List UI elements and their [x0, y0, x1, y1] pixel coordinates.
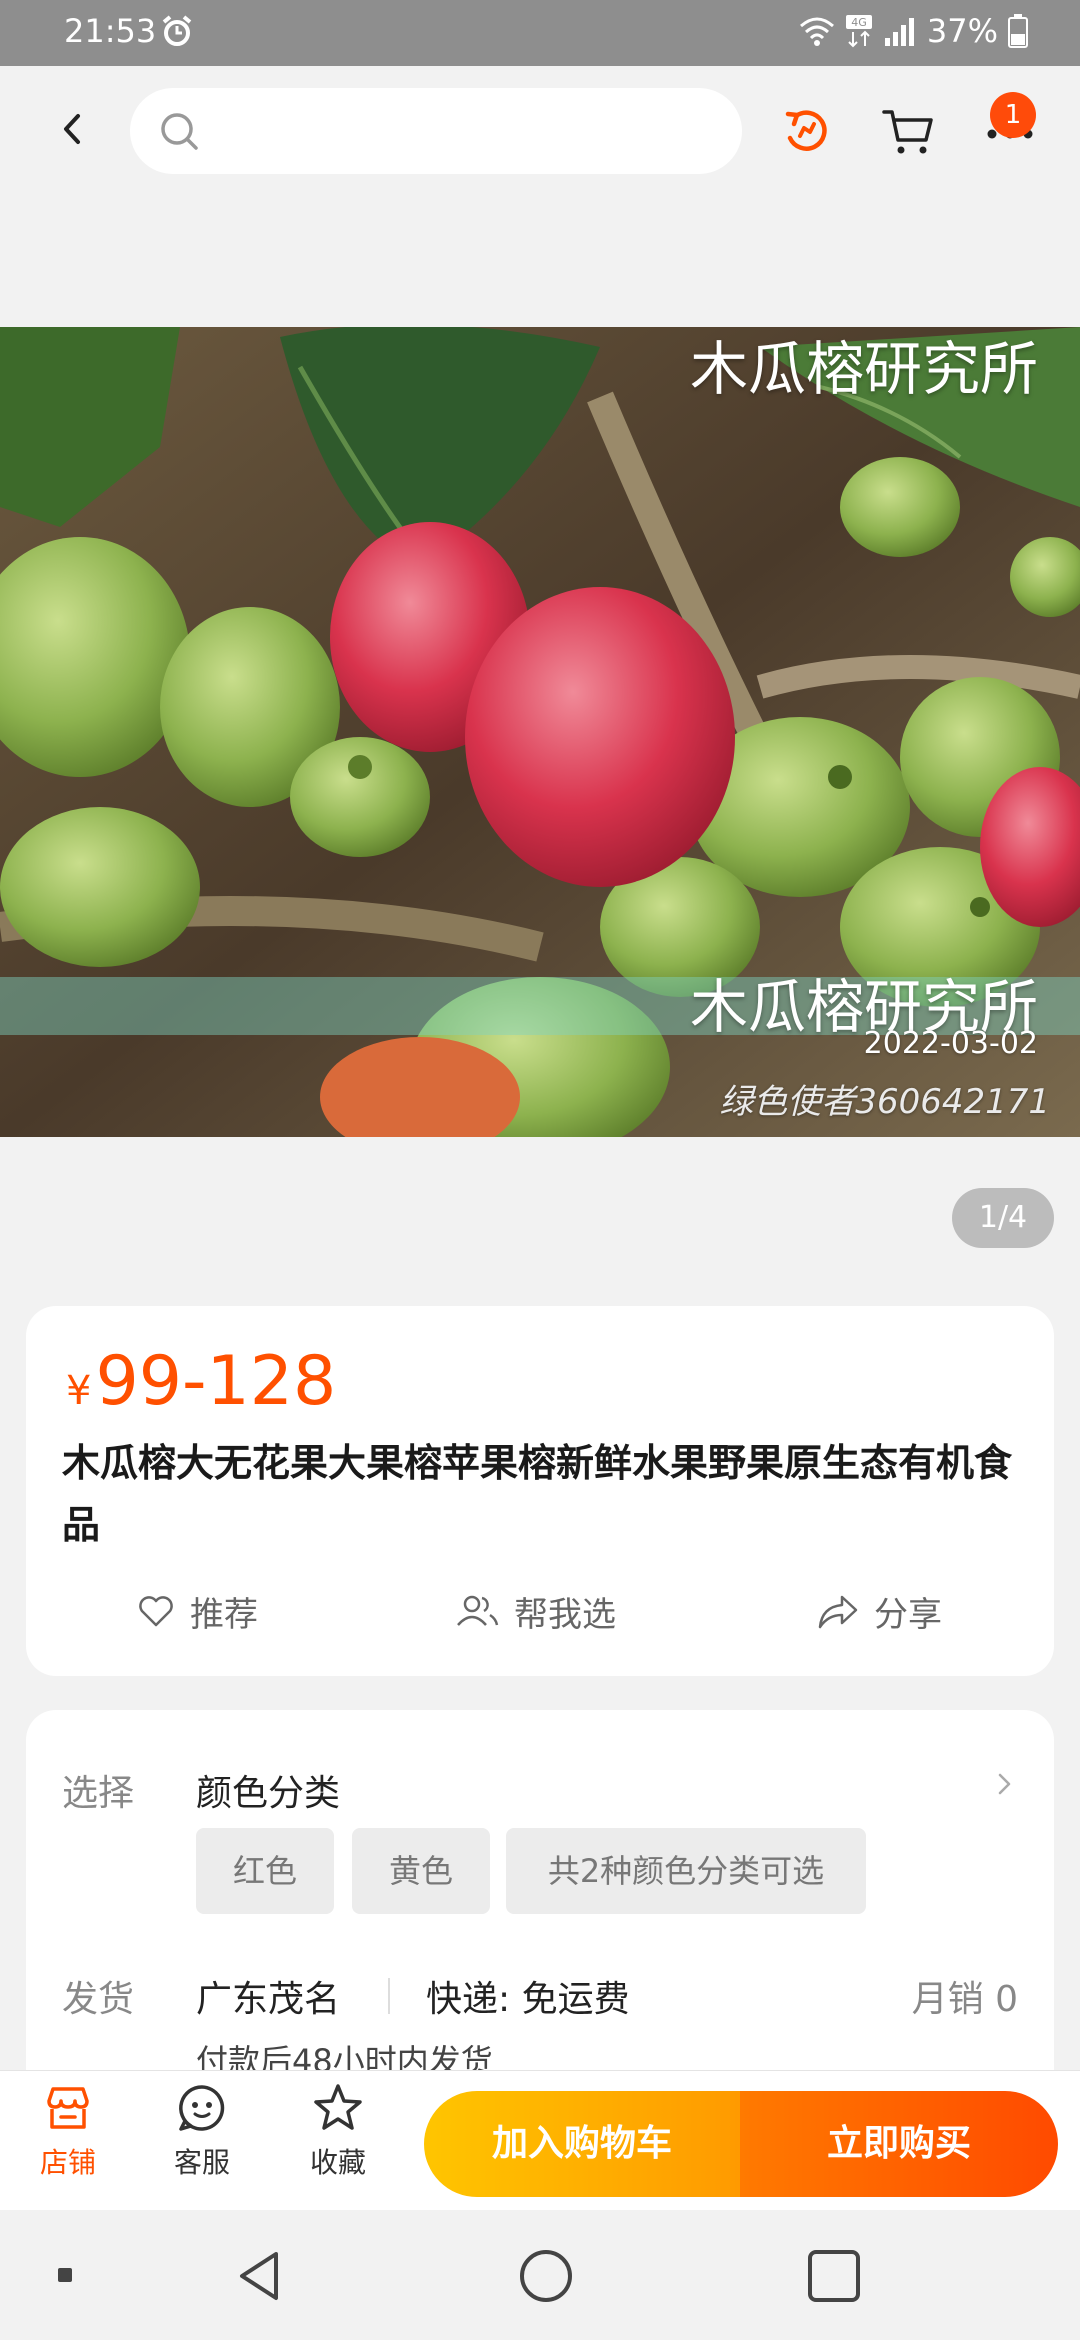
ship-method: 快递: 免运费	[426, 1979, 630, 2020]
search-input[interactable]	[218, 88, 718, 174]
product-title: 木瓜榕大无花果大果榕苹果榕新鲜水果野果原生态有机食品	[62, 1441, 1013, 1547]
status-bar: 21:53 4G 37%	[0, 0, 1080, 66]
store-icon	[47, 2087, 89, 2129]
heart-icon	[139, 1596, 173, 1627]
help-choose-label: 帮我选	[514, 1594, 616, 1635]
signal-icon	[884, 18, 914, 46]
store-label: 店铺	[39, 2146, 96, 2179]
monthly-sales: 月销 0	[911, 1979, 1018, 2020]
share-icon	[818, 1595, 858, 1629]
wifi-icon	[799, 17, 834, 46]
product-actions: 推荐 帮我选 分享	[26, 1576, 1054, 1646]
share-label: 分享	[874, 1594, 942, 1635]
status-time: 21:53	[64, 12, 157, 50]
watermark-title: 木瓜榕研究所	[689, 335, 1038, 403]
cart-badge: 1	[990, 92, 1036, 138]
battery-icon	[1008, 14, 1028, 48]
color-chip-yellow[interactable]: 黄色	[352, 1828, 490, 1914]
chevron-right-icon[interactable]	[990, 1770, 1018, 1798]
options-card: 选择 颜色分类 红色 黄色 共2种颜色分类可选 发货 广东茂名 快递: 免运费 …	[26, 1710, 1054, 2110]
cart-icon[interactable]	[878, 100, 938, 160]
image-pager: 1/4	[952, 1188, 1054, 1248]
system-back-icon[interactable]	[232, 2248, 288, 2304]
back-icon[interactable]	[48, 104, 98, 154]
svg-text:4G: 4G	[851, 16, 867, 29]
price: ¥ 99-128	[66, 1342, 336, 1421]
service-tab[interactable]: 客服	[142, 2081, 262, 2201]
recommend-button[interactable]: 推荐	[136, 1576, 258, 1646]
color-options-count[interactable]: 共2种颜色分类可选	[506, 1828, 866, 1914]
watermark-date: 2022-03-02	[863, 1026, 1038, 1061]
color-chip-red[interactable]: 红色	[196, 1828, 334, 1914]
people-icon	[457, 1595, 499, 1626]
favorite-tab[interactable]: 收藏	[278, 2081, 398, 2201]
store-tab[interactable]: 店铺	[8, 2081, 128, 2201]
help-choose-button[interactable]: 帮我选	[454, 1576, 616, 1646]
ship-origin: 广东茂名	[196, 1979, 341, 2020]
divider	[388, 1978, 390, 2014]
price-range: 99-128	[95, 1342, 337, 1421]
system-navigation-bar	[0, 2210, 1080, 2340]
recents-dot-icon[interactable]	[56, 2266, 74, 2284]
search-icon	[161, 113, 198, 150]
network-4g-icon: 4G	[845, 15, 872, 48]
home-icon[interactable]	[518, 2248, 574, 2304]
search-bar[interactable]	[130, 88, 742, 174]
top-navigation: 1	[0, 66, 1080, 196]
bottom-action-bar: 店铺 客服 收藏 加入购物车 立即购买	[0, 2070, 1080, 2210]
select-title[interactable]: 颜色分类	[196, 1764, 340, 1816]
alarm-icon	[162, 15, 192, 46]
battery-percent: 37%	[926, 12, 998, 50]
refresh-share-icon[interactable]	[776, 100, 836, 160]
star-icon	[314, 2084, 362, 2130]
overview-icon[interactable]	[806, 2248, 862, 2304]
buy-now-button[interactable]: 立即购买	[740, 2091, 1058, 2197]
recommend-label: 推荐	[190, 1594, 258, 1635]
share-button[interactable]: 分享	[816, 1576, 942, 1646]
ship-label: 发货	[62, 1979, 135, 2020]
service-label: 客服	[173, 2146, 230, 2179]
watermark-user: 绿色使者360642171	[719, 1082, 1050, 1122]
product-info-card: ¥ 99-128 木瓜榕大无花果大果榕苹果榕新鲜水果野果原生态有机食品 推荐 帮…	[26, 1306, 1054, 1676]
chat-face-icon	[179, 2085, 225, 2131]
add-to-cart-button[interactable]: 加入购物车	[424, 2091, 740, 2197]
currency-symbol: ¥	[66, 1368, 92, 1414]
select-label: 选择	[62, 1773, 135, 1814]
favorite-label: 收藏	[309, 2146, 366, 2179]
